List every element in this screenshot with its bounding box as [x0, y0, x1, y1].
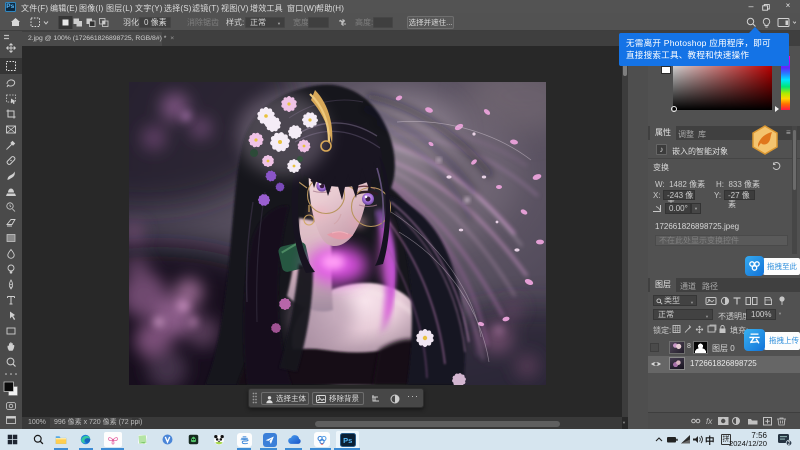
svg-text:2: 2	[788, 441, 791, 446]
svg-text:fx: fx	[706, 417, 713, 426]
